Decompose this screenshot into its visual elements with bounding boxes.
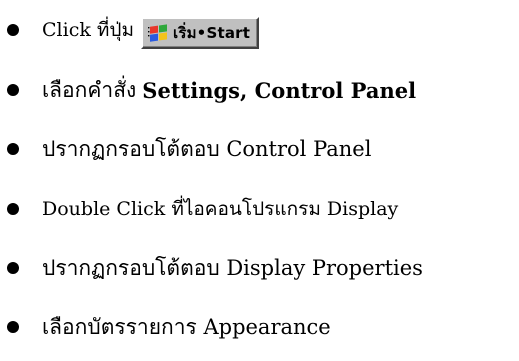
step-prefix: เลือกคำสั่ง — [42, 77, 137, 102]
start-button[interactable]: เริ่ม•Start — [141, 17, 260, 49]
list-item: Double Click ที่ไอคอนโปรแกรม Display — [0, 189, 519, 229]
step-text: Click ที่ปุ่ม เริ่ม•Start — [42, 10, 260, 50]
bullet-icon — [7, 321, 19, 333]
step-label: Click ที่ปุ่ม — [42, 18, 134, 41]
step-text: เลือกบัตรรายการ Appearance — [42, 314, 331, 339]
step-text: ปรากฏกรอบโต้ตอบ Control Panel — [42, 136, 372, 161]
bullet-icon — [7, 262, 19, 274]
start-button-label: เริ่ม•Start — [173, 23, 251, 42]
step-text: เลือกคำสั่ง Settings, Control Panel — [42, 70, 416, 110]
step-text: Double Click ที่ไอคอนโปรแกรม Display — [42, 197, 399, 220]
list-item: เลือกบัตรรายการ Appearance — [0, 307, 519, 347]
bullet-icon — [7, 84, 19, 96]
list-item: ปรากฏกรอบโต้ตอบ Control Panel — [0, 129, 519, 169]
bullet-icon — [7, 24, 19, 36]
step-text: ปรากฏกรอบโต้ตอบ Display Properties — [42, 255, 423, 280]
bullet-icon — [7, 203, 19, 215]
list-item: ปรากฏกรอบโต้ตอบ Display Properties — [0, 248, 519, 288]
list-item: เลือกคำสั่ง Settings, Control Panel — [0, 70, 519, 110]
list-item: Click ที่ปุ่ม เริ่ม•Start — [0, 10, 519, 50]
windows-flag-icon — [148, 24, 167, 42]
menu-path: Settings, Control Panel — [142, 77, 417, 103]
bullet-icon — [7, 143, 19, 155]
